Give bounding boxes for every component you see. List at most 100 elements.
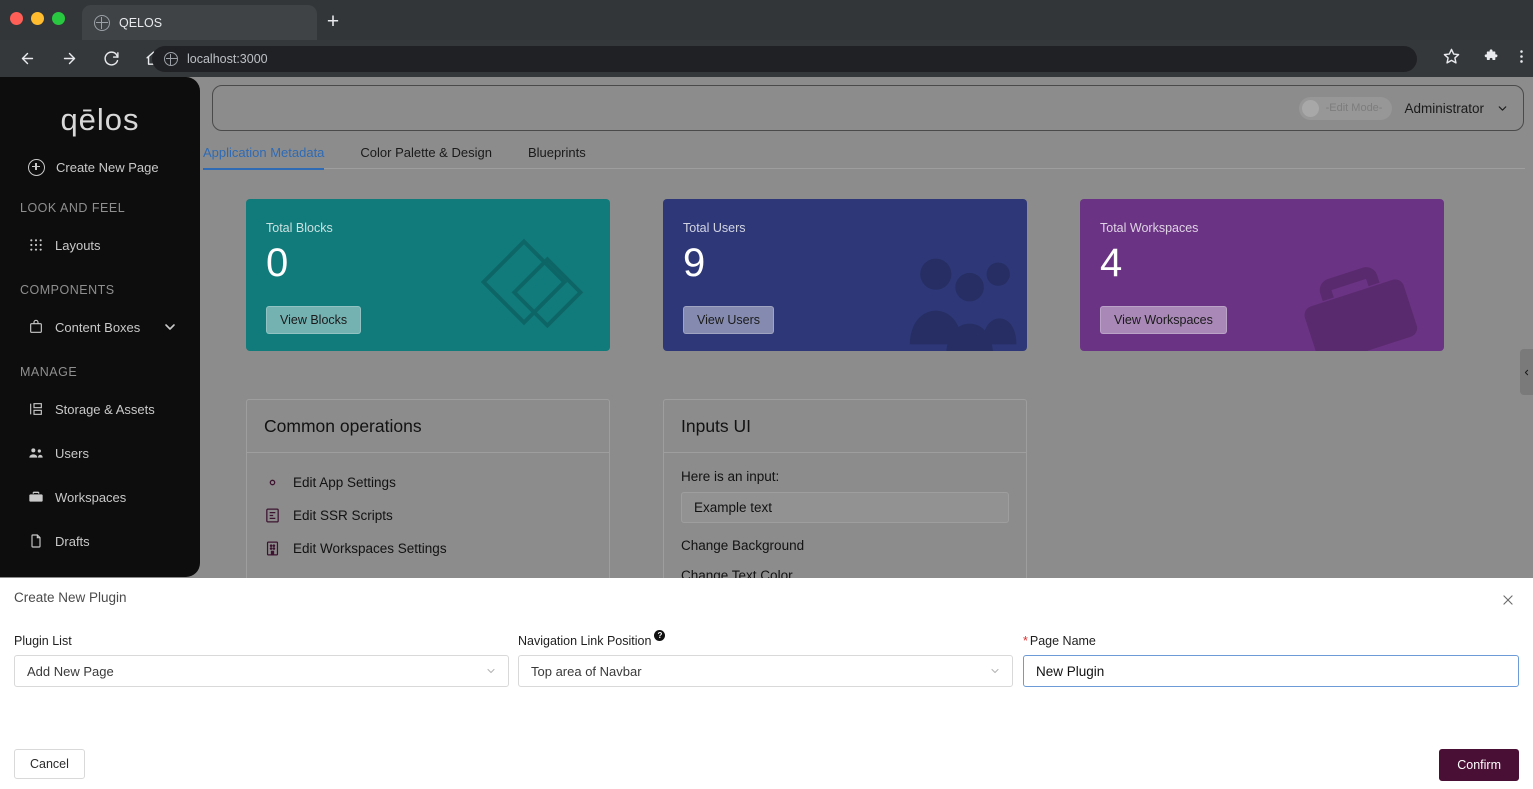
- reload-icon[interactable]: [96, 44, 126, 74]
- plugin-list-value: Add New Page: [27, 664, 114, 679]
- plus-circle-icon: [28, 159, 45, 176]
- new-tab-button[interactable]: +: [320, 10, 346, 36]
- chevron-left-icon: [1522, 368, 1531, 377]
- forward-arrow-icon[interactable]: [54, 44, 84, 74]
- minimize-window-button[interactable]: [31, 12, 44, 25]
- browser-navbar: localhost:3000: [0, 40, 1533, 77]
- app-logo: qēlos: [0, 91, 200, 149]
- page-name-input[interactable]: New Plugin: [1023, 655, 1519, 687]
- required-marker: *: [1023, 634, 1028, 648]
- navigation-link-position-select[interactable]: Top area of Navbar: [518, 655, 1013, 687]
- sidebar-item-label: Create New Page: [56, 160, 159, 175]
- field-label-text: Plugin List: [14, 634, 72, 648]
- stat-cards: Total Blocks 0 View Blocks Total Users 9…: [246, 199, 1444, 351]
- app-tabs: Application Metadata Color Palette & Des…: [203, 137, 1525, 169]
- briefcase-icon: [28, 489, 44, 505]
- address-bar-url: localhost:3000: [187, 52, 268, 66]
- create-new-plugin-modal: Create New Plugin Plugin List Add New Pa…: [0, 578, 1533, 789]
- sidebar-item-create-new-page[interactable]: Create New Page: [0, 149, 200, 185]
- panel-title: Inputs UI: [664, 400, 1026, 453]
- sidebar-item-label: Layouts: [55, 238, 101, 253]
- sidebar-item-label: Content Boxes: [55, 320, 140, 335]
- building-icon: [264, 540, 281, 557]
- tab-application-metadata[interactable]: Application Metadata: [203, 137, 324, 169]
- edit-mode-label: -Edit Mode-: [1326, 102, 1383, 114]
- sidebar-item-storage-assets[interactable]: Storage & Assets: [0, 387, 200, 431]
- inputs-ui-panel: Inputs UI Here is an input: Example text…: [663, 399, 1027, 602]
- stat-card-value: 0: [266, 237, 590, 289]
- sidebar-collapse-handle[interactable]: [1520, 349, 1533, 395]
- operation-label: Edit SSR Scripts: [293, 508, 393, 523]
- sidebar-item-label: Drafts: [55, 534, 90, 549]
- globe-icon: [94, 15, 110, 31]
- sidebar-item-content-boxes[interactable]: Content Boxes: [0, 305, 200, 349]
- html5-icon: [264, 507, 281, 524]
- chevron-down-icon: [485, 665, 497, 677]
- tab-color-palette-design[interactable]: Color Palette & Design: [360, 137, 492, 169]
- sidebar-item-drafts[interactable]: Drafts: [0, 519, 200, 563]
- stat-card-total-workspaces: Total Workspaces 4 View Workspaces: [1080, 199, 1444, 351]
- back-arrow-icon[interactable]: [12, 44, 42, 74]
- edit-mode-toggle[interactable]: -Edit Mode-: [1299, 97, 1393, 120]
- panel-title: Common operations: [247, 400, 609, 453]
- field-page-name: * Page Name New Plugin: [1023, 634, 1519, 687]
- star-icon[interactable]: [1443, 48, 1460, 65]
- operation-label: Edit Workspaces Settings: [293, 541, 447, 556]
- sidebar-item-layouts[interactable]: Layouts: [0, 223, 200, 267]
- box-icon: [28, 319, 44, 335]
- operation-edit-app-settings[interactable]: Edit App Settings: [264, 469, 592, 496]
- kebab-menu-icon[interactable]: [1513, 48, 1530, 65]
- chevron-down-icon: [989, 665, 1001, 677]
- sidebar-item-workspaces[interactable]: Workspaces: [0, 475, 200, 519]
- input-label: Here is an input:: [681, 469, 1009, 484]
- view-workspaces-button[interactable]: View Workspaces: [1100, 306, 1227, 334]
- stat-card-title: Total Workspaces: [1100, 221, 1424, 235]
- sidebar-item-label: Workspaces: [55, 490, 126, 505]
- stat-card-total-blocks: Total Blocks 0 View Blocks: [246, 199, 610, 351]
- stat-card-title: Total Users: [683, 221, 1007, 235]
- operation-edit-workspaces-settings[interactable]: Edit Workspaces Settings: [264, 535, 592, 562]
- maximize-window-button[interactable]: [52, 12, 65, 25]
- operation-label: Edit App Settings: [293, 475, 396, 490]
- topbar: -Edit Mode- Administrator: [212, 85, 1524, 131]
- sidebar-section-manage: MANAGE: [0, 349, 200, 387]
- puzzle-icon[interactable]: [1484, 48, 1501, 65]
- sidebar-item-users[interactable]: Users: [0, 431, 200, 475]
- sidebar-item-blueprints[interactable]: Blueprints: [0, 563, 200, 577]
- change-background-link[interactable]: Change Background: [681, 538, 1009, 553]
- stat-card-title: Total Blocks: [266, 221, 590, 235]
- chevron-down-icon: [1496, 102, 1509, 115]
- cancel-button[interactable]: Cancel: [14, 749, 85, 779]
- field-navigation-link-position: Navigation Link Position ? Top area of N…: [518, 634, 1013, 687]
- globe-icon: [164, 52, 178, 66]
- question-mark-icon[interactable]: ?: [654, 630, 665, 641]
- field-label: Navigation Link Position ?: [518, 634, 1013, 648]
- common-operations-panel: Common operations Edit App Settings Edit…: [246, 399, 610, 587]
- sidebar-item-label: Storage & Assets: [55, 402, 155, 417]
- users-icon: [28, 445, 44, 461]
- field-label: Plugin List: [14, 634, 509, 648]
- sidebar-section-look-and-feel: LOOK AND FEEL: [0, 185, 200, 223]
- sidebar-item-label: Users: [55, 446, 89, 461]
- close-icon[interactable]: [1497, 589, 1519, 611]
- user-menu-label[interactable]: Administrator: [1404, 101, 1484, 116]
- browser-tab[interactable]: QELOS: [82, 5, 317, 40]
- chevron-down-icon: [162, 319, 178, 335]
- plugin-list-select[interactable]: Add New Page: [14, 655, 509, 687]
- toggle-knob: [1302, 100, 1319, 117]
- gear-icon: [264, 474, 281, 491]
- modal-footer: Cancel Confirm: [0, 743, 1533, 789]
- example-text-input[interactable]: Example text: [681, 492, 1009, 523]
- modal-title: Create New Plugin: [14, 590, 127, 605]
- field-label: * Page Name: [1023, 634, 1519, 648]
- document-icon: [28, 533, 44, 549]
- screenshot-root: QELOS + localhost:3000 qēlos: [0, 0, 1533, 789]
- tab-blueprints[interactable]: Blueprints: [528, 137, 586, 169]
- operation-edit-ssr-scripts[interactable]: Edit SSR Scripts: [264, 502, 592, 529]
- view-blocks-button[interactable]: View Blocks: [266, 306, 361, 334]
- confirm-button[interactable]: Confirm: [1439, 749, 1519, 781]
- address-bar[interactable]: localhost:3000: [152, 46, 1417, 72]
- navigation-link-position-value: Top area of Navbar: [531, 664, 642, 679]
- view-users-button[interactable]: View Users: [683, 306, 774, 334]
- close-window-button[interactable]: [10, 12, 23, 25]
